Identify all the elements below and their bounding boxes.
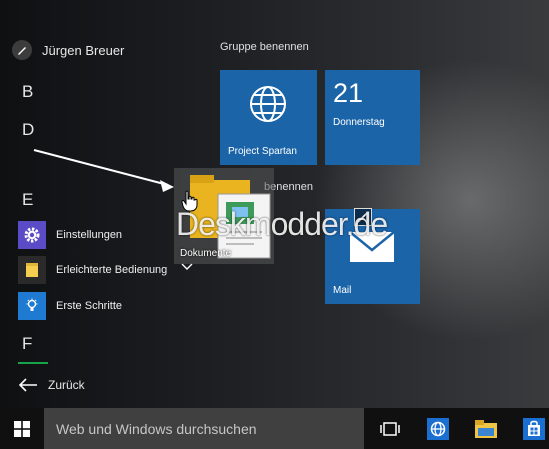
store-icon — [523, 417, 545, 440]
file-explorer-button[interactable] — [466, 408, 506, 449]
taskbar: Web und Windows durchsuchen — [0, 408, 549, 449]
internet-explorer-icon — [427, 417, 449, 440]
task-view-icon — [380, 421, 400, 436]
start-menu: Jürgen Breuer B D E Einstellungen Erleic… — [0, 0, 549, 408]
start-button[interactable] — [0, 408, 44, 449]
file-explorer-icon — [475, 419, 497, 438]
watermark-text: Deskmodder.de — [176, 206, 388, 242]
task-view-button[interactable] — [370, 408, 410, 449]
dragged-item-label: Dokumente — [180, 248, 232, 259]
search-placeholder: Web und Windows durchsuchen — [56, 420, 257, 437]
windows-logo-icon — [14, 420, 30, 437]
store-button[interactable] — [514, 408, 549, 449]
internet-explorer-button[interactable] — [418, 408, 458, 449]
search-box[interactable]: Web und Windows durchsuchen — [44, 408, 364, 449]
hand-cursor-icon — [181, 190, 198, 212]
